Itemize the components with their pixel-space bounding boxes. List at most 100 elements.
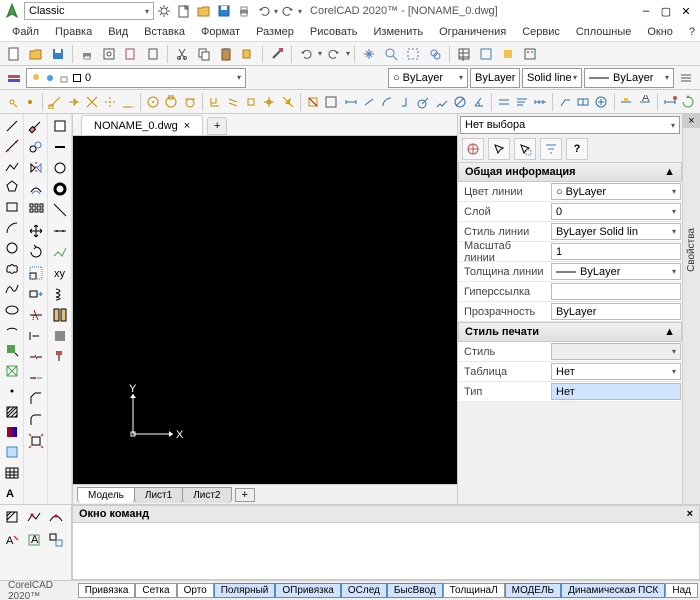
status-over[interactable]: Над — [665, 583, 698, 598]
copy-obj-button[interactable] — [26, 137, 46, 157]
explode-button[interactable] — [26, 431, 46, 451]
dim-arc-button[interactable] — [379, 92, 395, 112]
join-button[interactable] — [26, 368, 46, 388]
dim-edit-button[interactable] — [618, 92, 634, 112]
chamfer-button[interactable] — [26, 389, 46, 409]
donut-button[interactable] — [50, 179, 70, 199]
add-document-button[interactable]: + — [207, 117, 227, 135]
dim-aligned-button[interactable] — [361, 92, 377, 112]
alignx-button[interactable] — [50, 221, 70, 241]
dim-style-button[interactable] — [662, 92, 678, 112]
esnap-from-button[interactable] — [4, 92, 20, 112]
xref-button[interactable] — [476, 44, 496, 64]
linestyle-select[interactable]: ByLayer Solid lin▾ — [551, 223, 681, 240]
hatch-button[interactable] — [2, 402, 22, 421]
menu-modify[interactable]: Изменить — [370, 24, 428, 40]
ellipsearc-button[interactable] — [2, 320, 22, 339]
esnap-node-button[interactable] — [22, 92, 38, 112]
pan-button[interactable] — [359, 44, 379, 64]
maximize-button[interactable]: ▢ — [658, 4, 674, 18]
color-select[interactable]: ○ByLayer ▾ — [388, 68, 468, 88]
dim-update-button[interactable] — [680, 92, 696, 112]
layer-select[interactable]: 0 ▾ — [26, 68, 246, 88]
esnap-ext-button[interactable] — [120, 92, 136, 112]
status-qinput[interactable]: БысВвод — [387, 583, 443, 598]
menu-edit[interactable]: Правка — [51, 24, 96, 40]
region-button[interactable] — [2, 443, 22, 462]
menu-window[interactable]: Окно — [643, 24, 677, 40]
print-icon[interactable] — [236, 3, 252, 19]
sheet2-tab[interactable]: Лист2 — [182, 487, 231, 503]
gradient-button[interactable] — [2, 422, 22, 441]
dim-base-button[interactable] — [514, 92, 530, 112]
status-otrack[interactable]: ОСлед — [341, 583, 387, 598]
menu-service[interactable]: Сервис — [518, 24, 564, 40]
workspace-selector[interactable]: Classic ▾ — [24, 2, 154, 20]
erase-button[interactable] — [26, 116, 46, 136]
drawing-canvas[interactable]: X Y — [73, 136, 457, 484]
status-osnap[interactable]: ОПривязка — [275, 583, 340, 598]
esnap-perp-button[interactable] — [207, 92, 223, 112]
properties-tab-label[interactable]: Свойства — [686, 228, 697, 272]
status-grid[interactable]: Сетка — [135, 583, 176, 598]
point-button[interactable] — [2, 381, 22, 400]
zoom-window-button[interactable] — [403, 44, 423, 64]
selection-combo[interactable]: Нет выбора ▾ — [460, 116, 680, 134]
infiniteline-button[interactable] — [2, 136, 22, 155]
linescale-input[interactable]: 1 — [551, 243, 681, 260]
linecolor-select[interactable]: ○ByLayer▾ — [551, 183, 681, 200]
undo-dropdown[interactable]: ▾ — [318, 49, 322, 58]
command-input[interactable] — [72, 523, 700, 580]
cursor-window-button[interactable] — [514, 138, 536, 160]
makeblock-button[interactable] — [2, 361, 22, 380]
close-button[interactable]: ✕ — [678, 4, 694, 18]
model-tab[interactable]: Модель — [77, 487, 135, 503]
layer-select[interactable]: 0▾ — [551, 203, 681, 220]
esnap-appint-button[interactable] — [102, 92, 118, 112]
attr-sync-button[interactable] — [46, 530, 66, 550]
save-button[interactable] — [48, 44, 68, 64]
zoom-extent-button[interactable] — [425, 44, 445, 64]
type-select[interactable]: Нет — [551, 383, 681, 400]
copyclip-button[interactable] — [238, 44, 258, 64]
dim-cen-button[interactable] — [593, 92, 609, 112]
polyline-button[interactable] — [2, 157, 22, 176]
minimize-button[interactable]: – — [638, 4, 654, 18]
dim-ang-button[interactable] — [470, 92, 486, 112]
status-polar[interactable]: Полярный — [214, 583, 276, 598]
revcloud-button[interactable] — [2, 259, 22, 278]
break-button[interactable] — [26, 347, 46, 367]
menu-insert[interactable]: Вставка — [140, 24, 189, 40]
move-button[interactable] — [26, 221, 46, 241]
lineweight-select[interactable]: ByLayer ▾ — [584, 68, 674, 88]
ray-button[interactable] — [50, 200, 70, 220]
undo-dropdown-icon[interactable]: ▾ — [274, 7, 278, 16]
cursor-select-button[interactable] — [488, 138, 510, 160]
insertblock-button[interactable] — [2, 341, 22, 360]
dim-tol-button[interactable] — [575, 92, 591, 112]
esnap-settings-button[interactable] — [323, 92, 339, 112]
open-button[interactable] — [26, 44, 46, 64]
edit-spline-button[interactable] — [46, 507, 66, 527]
undo-icon[interactable] — [256, 3, 272, 19]
panel-close-button[interactable]: × — [687, 508, 693, 520]
section-general-header[interactable]: Общая информация ▲ — [458, 162, 682, 182]
redo-dropdown[interactable]: ▾ — [346, 49, 350, 58]
paste-button[interactable] — [216, 44, 236, 64]
table-select[interactable]: Нет▾ — [551, 363, 681, 380]
menu-constraints[interactable]: Ограничения — [435, 24, 510, 40]
trace-button[interactable] — [50, 137, 70, 157]
style-select[interactable]: ▾ — [551, 343, 681, 360]
block-button[interactable] — [498, 44, 518, 64]
linestyle-manager-button[interactable] — [676, 68, 696, 88]
esnap-mid-button[interactable] — [65, 92, 81, 112]
status-ducs[interactable]: Динамическая ПСК — [561, 583, 665, 598]
wipeout-button[interactable] — [50, 116, 70, 136]
linetype-layer-select[interactable]: ByLayer — [470, 68, 520, 88]
edit-hatch-button[interactable] — [2, 507, 22, 527]
sheet-button[interactable] — [143, 44, 163, 64]
esnap-end-button[interactable] — [47, 92, 63, 112]
3dpolyline-button[interactable] — [50, 242, 70, 262]
copy-button[interactable] — [194, 44, 214, 64]
properties-button[interactable] — [454, 44, 474, 64]
